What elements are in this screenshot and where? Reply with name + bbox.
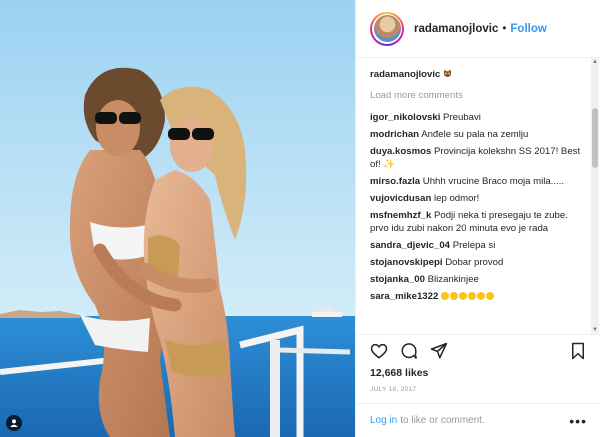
grinning-face-icon	[449, 292, 458, 300]
grinning-face-icon	[458, 292, 467, 300]
comment-item: msfnemhzf_k Podji neka ti presegaju te z…	[370, 209, 582, 235]
follow-button[interactable]: Follow	[510, 23, 546, 35]
caption: radamanojlovic	[370, 68, 582, 81]
grinning-face-icon	[467, 292, 476, 300]
sparkle-icon: ✨	[383, 159, 396, 170]
post-date[interactable]: JULY 18, 2017	[370, 386, 587, 393]
grinning-face-icon	[440, 292, 449, 300]
comment-item: stojanka_00 Blizankinjee	[370, 273, 582, 286]
comment-username[interactable]: stojanka_00	[370, 274, 425, 285]
comment-item: sandra_djevic_04 Prelepa si	[370, 239, 582, 252]
heart-icon[interactable]	[370, 342, 388, 360]
login-prompt-text: to like or comment.	[400, 415, 485, 426]
photo-illustration	[0, 0, 355, 437]
action-icons	[370, 335, 587, 367]
scroll-up-arrow-icon[interactable]: ▲	[591, 58, 599, 66]
emoji-row	[440, 291, 495, 302]
caption-username[interactable]: radamanojlovic	[370, 69, 440, 80]
comment-username[interactable]: mirso.fazla	[370, 176, 420, 187]
scroll-down-arrow-icon[interactable]: ▼	[591, 326, 599, 334]
comment-icon[interactable]	[400, 342, 418, 360]
likes-count[interactable]: 12,668 likes	[370, 367, 587, 379]
comment-username[interactable]: igor_nikolovski	[370, 112, 440, 123]
comment-text: Blizankinjee	[427, 274, 479, 285]
load-more-comments[interactable]: Load more comments	[370, 89, 582, 102]
comment-item: stojanovskipepi Dobar provod	[370, 256, 582, 269]
grinning-face-icon	[476, 292, 485, 300]
login-prompt: Log in to like or comment. •••	[356, 403, 600, 437]
cat-face-icon	[443, 69, 452, 78]
comment-item: mirso.fazla Uhhh vrucine Braco moja mila…	[370, 175, 582, 188]
comment-text: Dobar provod	[445, 257, 504, 268]
bookmark-icon[interactable]	[569, 342, 587, 360]
comment-username[interactable]: vujovicdusan	[370, 193, 431, 204]
comment-item: vujovicdusan lep odmor!	[370, 192, 582, 205]
more-options-icon[interactable]: •••	[569, 414, 587, 428]
header-username[interactable]: radamanojlovic	[414, 23, 498, 35]
comment-username[interactable]: modrichan	[370, 129, 419, 140]
comment-text: Preubavi	[443, 112, 481, 123]
comment-item: igor_nikolovski Preubavi	[370, 111, 582, 124]
comments-list: radamanojlovic Load more comments igor_n…	[356, 58, 590, 334]
grinning-face-icon	[485, 292, 494, 300]
comment-item: modrichan Anđele su pala na zemlju	[370, 128, 582, 141]
post-photo[interactable]	[0, 0, 355, 437]
user-tag-icon[interactable]	[6, 415, 22, 431]
comment-username[interactable]: stojanovskipepi	[370, 257, 443, 268]
comment-username[interactable]: sandra_djevic_04	[370, 240, 450, 251]
post-sidebar: radamanojlovic • Follow radamanojlovic L…	[355, 0, 600, 437]
comment-username[interactable]: duya.kosmos	[370, 146, 431, 157]
post-header: radamanojlovic • Follow	[356, 0, 600, 58]
comment-text: Prelepa si	[452, 240, 496, 251]
header-separator: •	[502, 22, 507, 35]
comment-text: Anđele su pala na zemlju	[421, 129, 529, 140]
avatar-image	[373, 15, 401, 42]
scroll-thumb[interactable]	[592, 108, 598, 168]
comment-text: lep odmor!	[433, 193, 480, 204]
avatar[interactable]	[370, 11, 404, 46]
login-link[interactable]: Log in	[370, 415, 397, 426]
share-icon[interactable]	[430, 342, 448, 360]
comments-scrollbar[interactable]: ▲ ▼	[591, 58, 599, 334]
instagram-post: radamanojlovic • Follow radamanojlovic L…	[0, 0, 600, 437]
comment-item: duya.kosmos Provincija kolekshn SS 2017!…	[370, 145, 582, 171]
comment-username[interactable]: msfnemhzf_k	[370, 210, 431, 221]
comment-username[interactable]: sara_mike1322	[370, 291, 438, 302]
comment-item: sara_mike1322	[370, 290, 582, 303]
comment-text: Uhhh vrucine Braco moja mila.....	[422, 176, 565, 187]
